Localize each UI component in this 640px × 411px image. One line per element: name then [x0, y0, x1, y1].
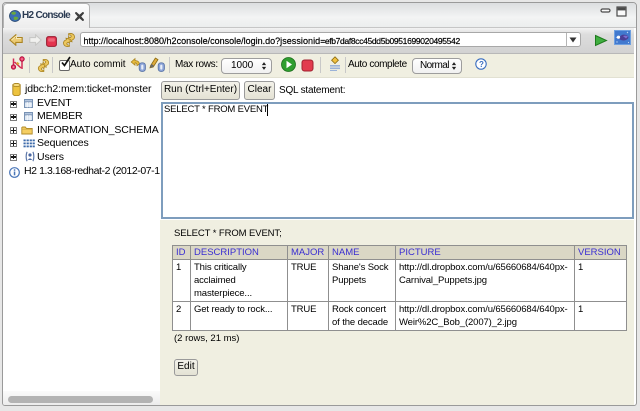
svg-text:?: ? — [479, 60, 484, 69]
